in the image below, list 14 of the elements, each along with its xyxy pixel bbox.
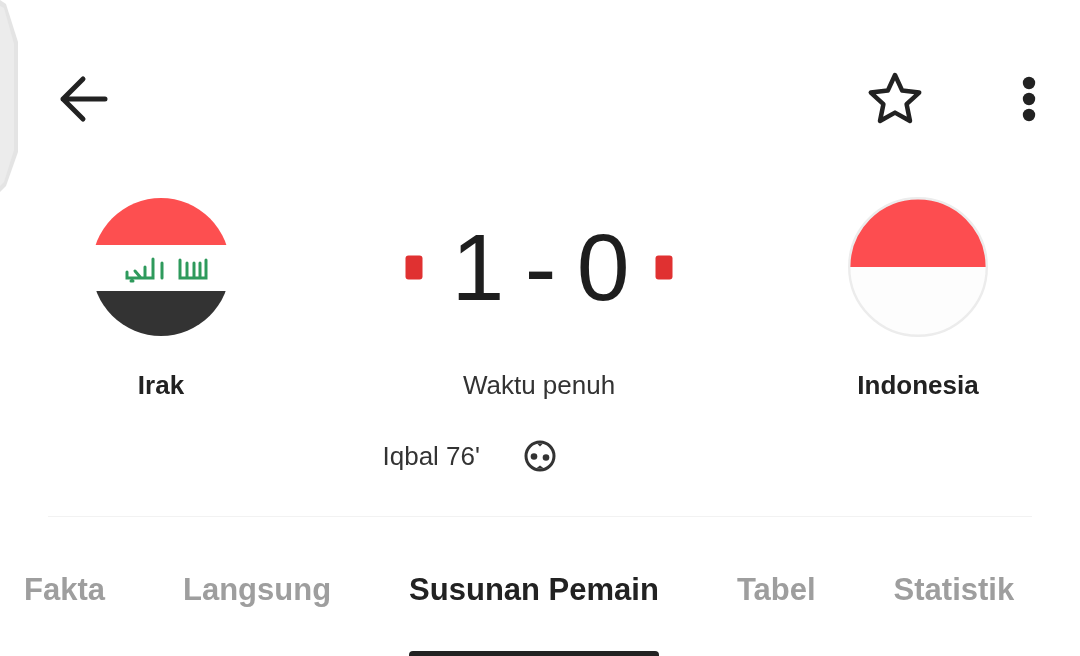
- tab[interactable]: Tabel: [736, 572, 816, 656]
- soccer-ball-icon: [524, 440, 556, 472]
- indonesia-flag-icon: [848, 197, 988, 337]
- goal-scorer: Iqbal 76': [382, 440, 480, 473]
- team-name: Indonesia: [857, 369, 979, 402]
- tab[interactable]: Fakta: [24, 572, 105, 656]
- tab[interactable]: Susunan Pemain: [409, 572, 659, 656]
- match-status: Waktu penuh: [462, 369, 616, 402]
- back-arrow-icon[interactable]: [58, 74, 108, 123]
- match-score: 1 - 0: [451, 219, 627, 315]
- more-options-icon[interactable]: [1022, 75, 1036, 122]
- tab[interactable]: Langsung: [183, 572, 332, 656]
- tab[interactable]: Statistik: [893, 572, 1015, 656]
- team-name: Irak: [137, 369, 185, 402]
